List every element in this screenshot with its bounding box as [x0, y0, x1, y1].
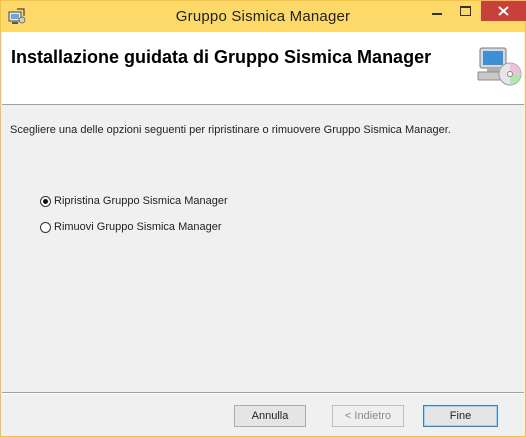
minimize-button[interactable]: [424, 1, 450, 21]
finish-button[interactable]: Fine: [423, 405, 498, 427]
close-icon: [498, 6, 509, 16]
installer-window: Gruppo Sismica Manager Installazione gui…: [0, 0, 526, 437]
remove-radio[interactable]: [40, 221, 51, 233]
option-repair-label[interactable]: Ripristina Gruppo Sismica Manager: [54, 195, 228, 207]
header-banner: Installazione guidata di Gruppo Sismica …: [2, 32, 524, 105]
back-button[interactable]: < Indietro: [332, 405, 404, 427]
option-remove[interactable]: Rimuovi Gruppo Sismica Manager: [40, 221, 222, 233]
instructions-text: Scegliere una delle opzioni seguenti per…: [10, 124, 451, 136]
maximize-button[interactable]: [452, 1, 478, 21]
computer-cd-icon: [476, 44, 522, 90]
cancel-button[interactable]: Annulla: [234, 405, 306, 427]
page-title: Installazione guidata di Gruppo Sismica …: [11, 47, 432, 67]
option-repair[interactable]: Ripristina Gruppo Sismica Manager: [40, 195, 228, 207]
title-bar[interactable]: Gruppo Sismica Manager: [1, 1, 526, 32]
option-remove-label[interactable]: Rimuovi Gruppo Sismica Manager: [54, 221, 222, 233]
close-button[interactable]: [481, 1, 526, 21]
footer-separator: [2, 392, 524, 394]
repair-radio[interactable]: [40, 195, 51, 207]
